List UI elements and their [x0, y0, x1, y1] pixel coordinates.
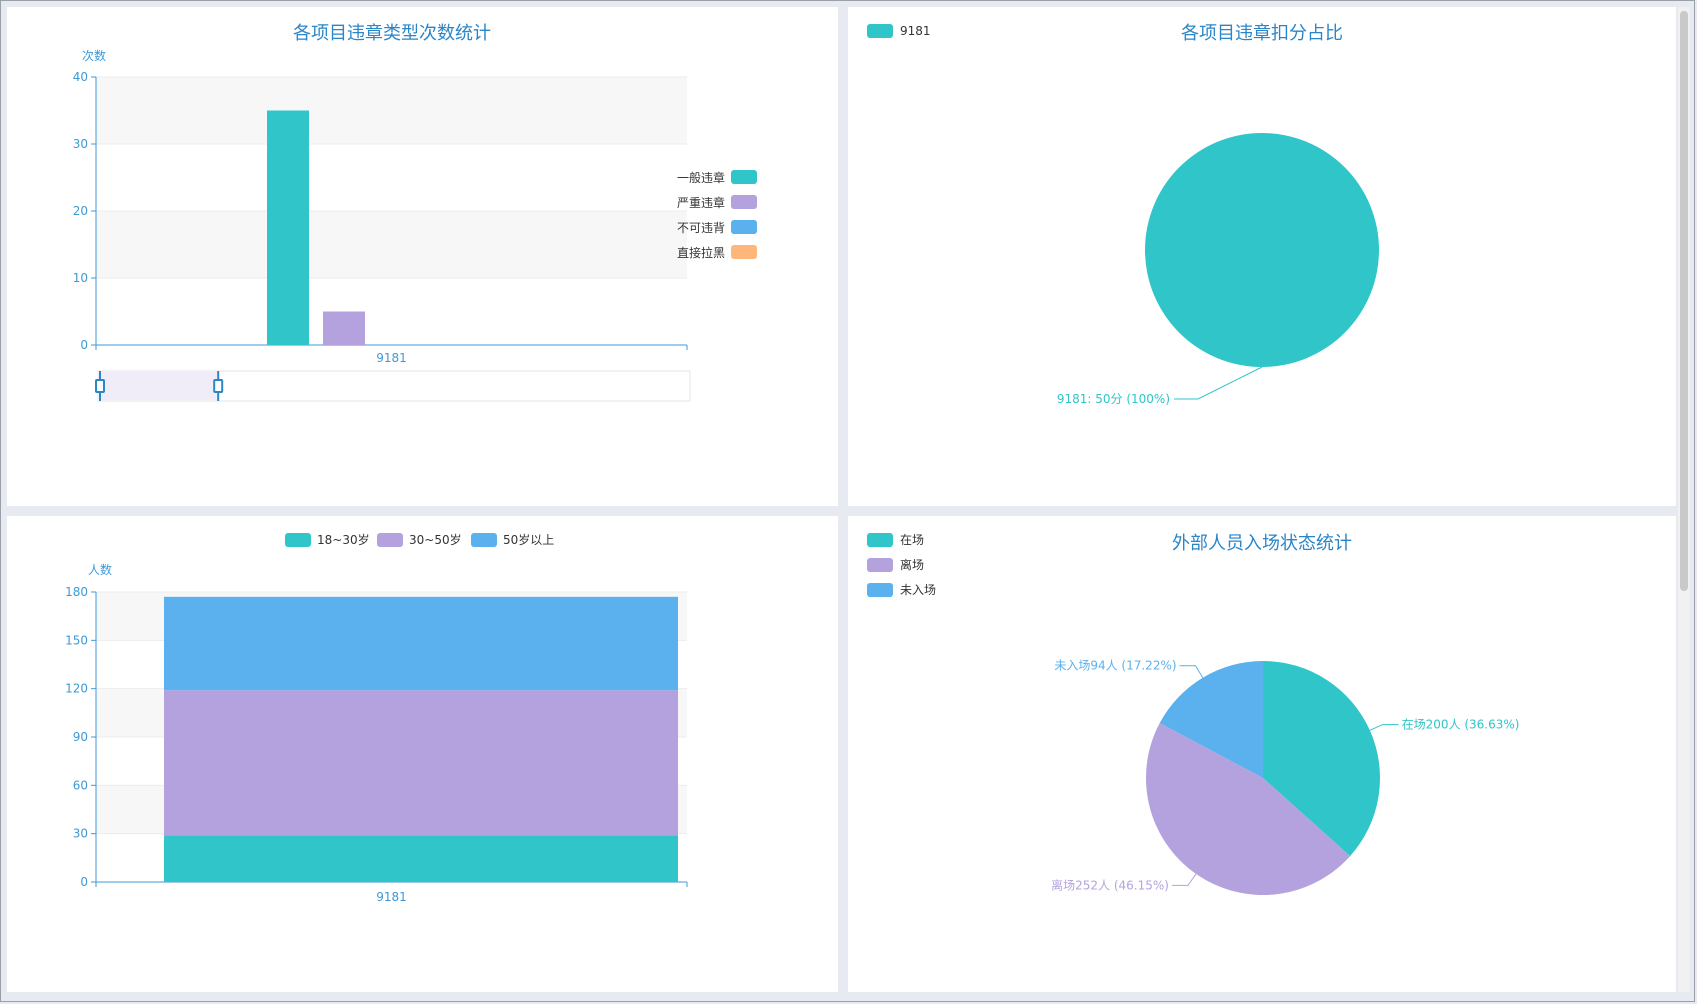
stacked-bar-18~30岁[interactable] — [164, 835, 678, 882]
age-stacked-bar-chart: 18~30岁 30~50岁 50岁以上人数 0 30 60 90 120 150 180 9181 — [65, 532, 688, 904]
datazoom-right-handle[interactable] — [213, 379, 224, 393]
stacked-bar-50岁以上[interactable] — [164, 596, 678, 691]
legend-swatch[interactable] — [731, 195, 757, 209]
y-axis-label: 次数 — [82, 48, 106, 63]
x-tick-label: 9181 — [376, 890, 407, 904]
y-tick-label: 90 — [73, 730, 88, 744]
grid-band — [96, 211, 687, 278]
legend-label[interactable]: 严重违章 — [677, 195, 725, 210]
scrollbar-thumb[interactable] — [1680, 11, 1688, 591]
y-tick-label: 10 — [73, 271, 88, 285]
page-scrollbar[interactable] — [1678, 7, 1690, 992]
x-tick-label: 9181 — [376, 351, 407, 365]
y-tick-label: 60 — [73, 778, 88, 792]
legend-swatch[interactable] — [867, 558, 893, 572]
legend-swatch[interactable] — [731, 245, 757, 259]
y-tick-label: 40 — [73, 70, 88, 84]
y-tick-label: 0 — [80, 338, 88, 352]
y-axis-label: 人数 — [88, 562, 112, 577]
pie-label-line — [1174, 366, 1263, 400]
pie-label: 9181: 50分 (100%) — [1057, 392, 1170, 406]
legend-label[interactable]: 18~30岁 — [317, 532, 370, 547]
y-tick-label: 20 — [73, 204, 88, 218]
legend-swatch[interactable] — [867, 24, 893, 38]
legend-swatch[interactable] — [867, 583, 893, 597]
y-tick-label: 150 — [65, 633, 88, 647]
legend-label[interactable]: 离场 — [900, 557, 924, 572]
legend-swatch[interactable] — [377, 533, 403, 547]
legend-swatch[interactable] — [731, 170, 757, 184]
datazoom-left-handle[interactable] — [95, 379, 105, 393]
legend-label[interactable]: 50岁以上 — [503, 532, 554, 547]
y-tick-label: 30 — [73, 827, 88, 841]
pie-label: 离场252人 (46.15%) — [1051, 877, 1169, 892]
age-distribution-panel: 18~30岁 30~50岁 50岁以上人数 0 30 60 90 120 150 180 9181 — [7, 516, 838, 992]
legend-label[interactable]: 未入场 — [900, 583, 936, 597]
pie-slice-9181[interactable] — [1145, 133, 1379, 367]
legend-swatch[interactable] — [867, 533, 893, 547]
pie-label-line — [1171, 873, 1197, 886]
bar-一般违章[interactable] — [267, 110, 309, 346]
chart-title: 外部人员入场状态统计 — [1172, 533, 1352, 554]
legend-label[interactable]: 在场 — [900, 533, 924, 547]
pie-label: 未入场94人 (17.22%) — [1054, 659, 1176, 673]
legend-label[interactable]: 直接拉黑 — [677, 245, 725, 260]
chart-title: 各项目违章类型次数统计 — [293, 23, 491, 44]
legend-label[interactable]: 9181 — [900, 24, 931, 38]
violation-score-pie-chart: 各项目违章扣分占比 9181 9181: 50分 (100%) — [867, 23, 1379, 406]
y-tick-label: 0 — [80, 875, 88, 889]
legend-label[interactable]: 一般违章 — [677, 170, 725, 185]
violation-type-count-panel: 各项目违章类型次数统计次数 0 10 20 30 40 9181 一般违章严重违章不可违背直接… — [7, 7, 838, 506]
bar-严重违章[interactable] — [323, 311, 365, 346]
visitor-status-panel: 外部人员入场状态统计 在场离场未入场在场200人 (36.63%) 离场252人 (… — [848, 516, 1676, 992]
legend-swatch[interactable] — [731, 220, 757, 234]
stacked-bar-30~50岁[interactable] — [164, 690, 678, 836]
y-tick-label: 30 — [73, 137, 88, 151]
legend-swatch[interactable] — [285, 533, 311, 547]
legend-label[interactable]: 不可违背 — [677, 221, 725, 235]
chart-title: 各项目违章扣分占比 — [1181, 23, 1343, 44]
violation-score-share-panel: 各项目违章扣分占比 9181 9181: 50分 (100%) — [848, 7, 1676, 506]
y-tick-label: 120 — [65, 682, 88, 696]
visitor-status-pie-chart: 外部人员入场状态统计 在场离场未入场在场200人 (36.63%) 离场252人 (… — [867, 533, 1520, 895]
legend-swatch[interactable] — [471, 533, 497, 547]
datazoom-selection[interactable] — [100, 372, 219, 400]
pie-label: 在场200人 (36.63%) — [1402, 718, 1520, 732]
pie-label-line — [1179, 665, 1204, 678]
y-tick-label: 180 — [65, 585, 88, 599]
grid-band — [96, 77, 687, 144]
pie-label-line — [1369, 724, 1399, 731]
violation-type-bar-chart: 各项目违章类型次数统计次数 0 10 20 30 40 9181 一般违章严重违章不可违背直接… — [73, 23, 757, 402]
legend-label[interactable]: 30~50岁 — [409, 532, 462, 547]
